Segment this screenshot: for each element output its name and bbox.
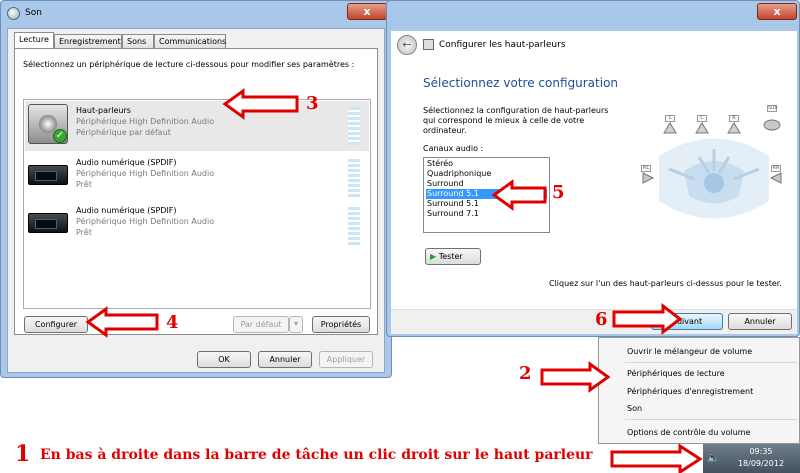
annotation-arrows-layer	[85, 88, 703, 473]
arrow-5-icon	[491, 179, 547, 211]
arrow-2-icon	[540, 361, 611, 393]
step-1-instruction: En bas à droite dans la barre de tâche u…	[40, 447, 593, 463]
step-number-1: 1	[15, 441, 31, 467]
step-number-2: 2	[519, 363, 532, 384]
arrow-6-icon	[612, 302, 683, 336]
step-number-6: 6	[595, 309, 608, 330]
arrow-1-icon	[610, 443, 703, 473]
arrow-4-icon	[85, 306, 159, 338]
arrow-3-icon	[222, 88, 299, 120]
step-number-4: 4	[166, 312, 179, 333]
step-number-3: 3	[306, 93, 319, 114]
step-number-5: 5	[552, 182, 565, 203]
